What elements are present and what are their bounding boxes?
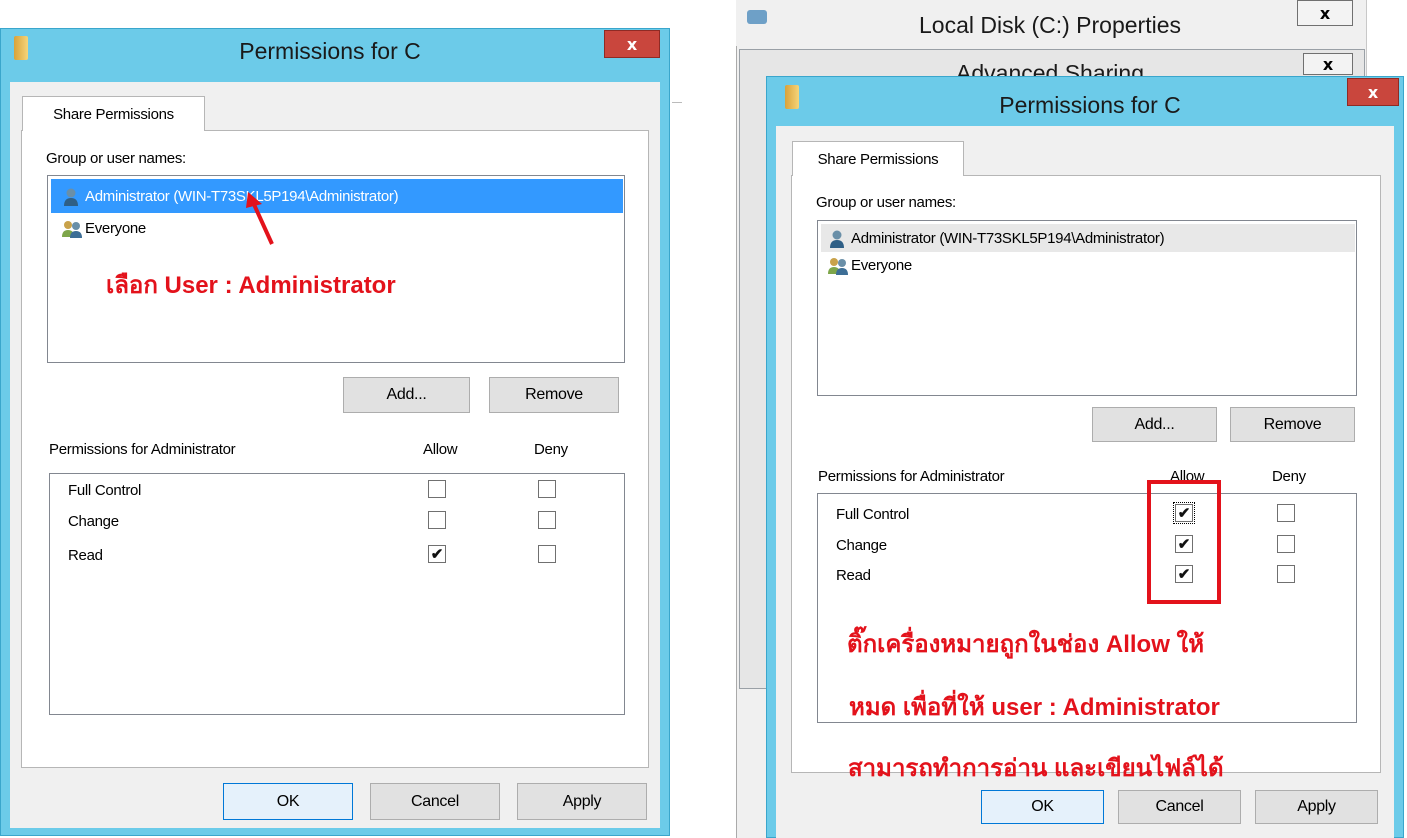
left-read-deny-checkbox[interactable] (538, 545, 556, 563)
group-icon (827, 256, 848, 275)
permission-label: Full Control (68, 482, 142, 499)
right-add-button[interactable]: Add... (1092, 407, 1217, 442)
left-fullcontrol-allow-checkbox[interactable] (428, 480, 446, 498)
close-icon: x (626, 34, 638, 54)
right-fullcontrol-deny-checkbox[interactable] (1277, 504, 1295, 522)
right-user-list[interactable]: Administrator (WIN-T73SKL5P194\Administr… (817, 220, 1357, 396)
right-annotation-line2: หมด เพื่อที่ให้ user : Administrator (849, 694, 1220, 721)
arrow-icon (246, 192, 274, 245)
highlight-box (1147, 480, 1221, 604)
folder-icon (785, 85, 799, 109)
right-user-row-administrator[interactable]: Administrator (WIN-T73SKL5P194\Administr… (821, 224, 1355, 252)
left-cancel-button[interactable]: Cancel (370, 783, 500, 820)
left-change-deny-checkbox[interactable] (538, 511, 556, 529)
left-user-row-everyone[interactable]: Everyone (51, 213, 623, 243)
left-read-allow-checkbox[interactable]: ✔ (428, 545, 446, 563)
left-ok-button[interactable]: OK (223, 783, 353, 820)
permission-label: Read (836, 567, 871, 584)
user-icon (827, 229, 847, 248)
local-disk-title: Local Disk (C:) Properties (918, 12, 1182, 38)
left-tab-share-permissions[interactable]: Share Permissions (22, 96, 205, 131)
right-permissions-label: Permissions for Administrator (818, 468, 1005, 485)
right-close-button[interactable]: x (1347, 78, 1399, 106)
right-group-label: Group or user names: (816, 194, 956, 211)
right-cancel-button[interactable]: Cancel (1118, 790, 1241, 824)
right-annotation-line1: ติ๊กเครื่องหมายถูกในช่อง Allow ให้ (847, 631, 1205, 658)
left-group-label: Group or user names: (46, 150, 186, 167)
permission-label: Change (68, 513, 119, 530)
right-tab-share-permissions[interactable]: Share Permissions (792, 141, 964, 176)
left-dialog-title: Permissions for C (239, 38, 421, 64)
left-deny-header: Deny (534, 441, 568, 458)
right-dialog-title: Permissions for C (999, 92, 1181, 118)
right-user-row-everyone[interactable]: Everyone (821, 252, 1355, 278)
right-read-deny-checkbox[interactable] (1277, 565, 1295, 583)
left-permissions-label: Permissions for Administrator (49, 441, 236, 458)
user-name: Everyone (851, 256, 912, 274)
user-icon (61, 187, 81, 206)
left-remove-button[interactable]: Remove (489, 377, 619, 413)
close-icon: x (1367, 82, 1379, 102)
left-add-button[interactable]: Add... (343, 377, 470, 413)
left-permissions-list (49, 473, 625, 715)
right-remove-button[interactable]: Remove (1230, 407, 1355, 442)
folder-icon (14, 36, 28, 60)
close-icon: x (1319, 3, 1331, 23)
background-divider (672, 102, 682, 103)
user-name: Everyone (85, 219, 146, 237)
drive-icon (747, 10, 767, 24)
group-icon (61, 219, 82, 238)
local-disk-close-button[interactable]: x (1297, 0, 1353, 26)
close-icon: x (1322, 54, 1334, 74)
left-user-row-administrator[interactable]: Administrator (WIN-T73SKL5P194\Administr… (51, 179, 623, 213)
left-change-allow-checkbox[interactable] (428, 511, 446, 529)
left-annotation: เลือก User : Administrator (106, 272, 396, 299)
right-apply-button[interactable]: Apply (1255, 790, 1378, 824)
right-annotation-line3: สามารถทำการอ่าน และเขียนไฟล์ได้ (848, 755, 1224, 782)
left-allow-header: Allow (423, 441, 458, 458)
left-fullcontrol-deny-checkbox[interactable] (538, 480, 556, 498)
right-ok-button[interactable]: OK (981, 790, 1104, 824)
advanced-sharing-close-button[interactable]: x (1303, 53, 1353, 75)
left-close-button[interactable]: x (604, 30, 660, 58)
user-name: Administrator (WIN-T73SKL5P194\Administr… (851, 229, 1165, 247)
right-deny-header: Deny (1272, 468, 1306, 485)
check-icon: ✔ (430, 545, 444, 563)
permission-label: Change (836, 537, 887, 554)
right-change-deny-checkbox[interactable] (1277, 535, 1295, 553)
permission-label: Read (68, 547, 103, 564)
permission-label: Full Control (836, 506, 910, 523)
left-apply-button[interactable]: Apply (517, 783, 647, 820)
